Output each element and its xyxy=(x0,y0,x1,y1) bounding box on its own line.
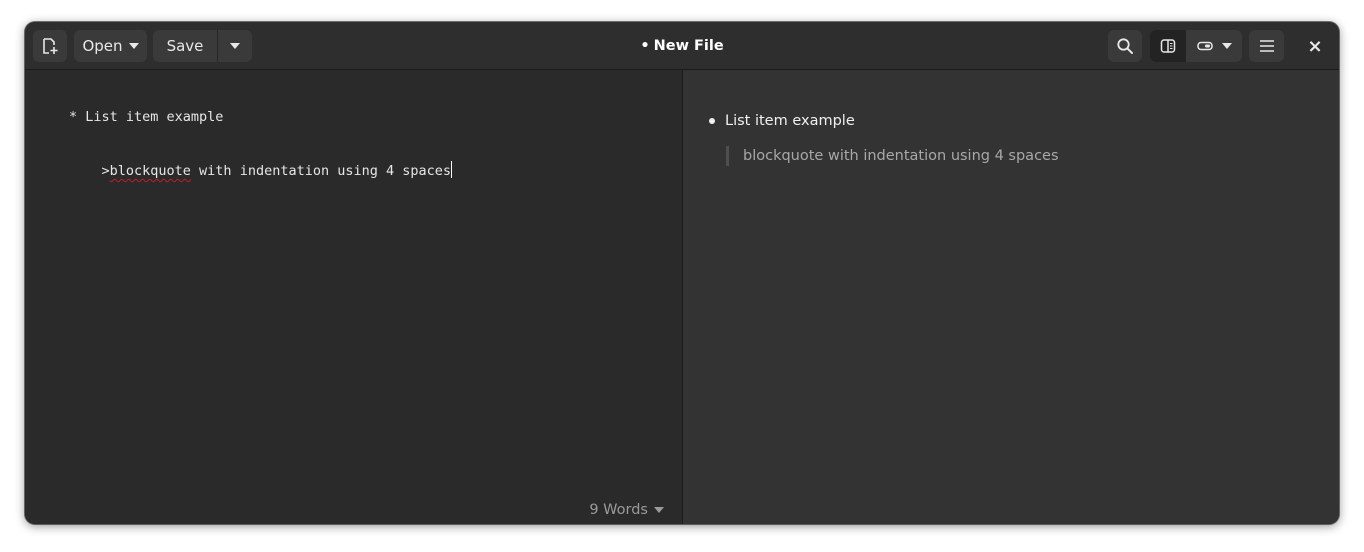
editor-line-2: >blockquote with indentation using 4 spa… xyxy=(69,161,453,179)
editor-line-1: * List item example xyxy=(69,109,224,125)
close-icon: × xyxy=(1307,35,1323,57)
preview-blockquote: blockquote with indentation using 4 spac… xyxy=(726,146,1059,166)
preview-pane: List item example blockquote with indent… xyxy=(683,70,1339,524)
app-window: Open Save • New File × * List item examp… xyxy=(25,22,1339,524)
preview-list-text: List item example xyxy=(725,113,855,129)
chevron-down-icon xyxy=(230,43,240,49)
text-cursor xyxy=(451,161,453,178)
chevron-down-icon xyxy=(1221,43,1232,49)
save-button[interactable]: Save xyxy=(153,30,217,62)
view-mode-button[interactable] xyxy=(1186,30,1242,62)
chevron-down-icon xyxy=(128,43,139,49)
preview-toggle-icon xyxy=(1196,41,1213,51)
close-button[interactable]: × xyxy=(1300,30,1330,62)
split-view-icon xyxy=(1160,39,1176,53)
editor-pane[interactable]: * List item example >blockquote with ind… xyxy=(25,70,683,524)
search-icon xyxy=(1117,38,1133,54)
preview-list-item: List item example xyxy=(709,113,855,129)
word-count-label: 9 Words xyxy=(589,502,648,518)
modified-indicator: • xyxy=(640,37,650,54)
editor-line-text: with indentation using 4 spaces xyxy=(190,163,452,179)
split-view-button[interactable] xyxy=(1150,30,1186,62)
search-button[interactable] xyxy=(1108,30,1142,62)
chevron-down-icon xyxy=(654,507,664,513)
open-label: Open xyxy=(82,37,123,55)
main-menu-button[interactable] xyxy=(1249,30,1284,62)
page-title: New File xyxy=(653,37,724,54)
word-count-button[interactable]: 9 Words xyxy=(589,502,664,518)
save-label: Save xyxy=(166,37,204,55)
blockquote-marker: > xyxy=(69,163,110,179)
misspelled-word: blockquote xyxy=(109,163,191,179)
new-file-button[interactable] xyxy=(33,30,67,62)
bullet-icon xyxy=(709,118,715,124)
open-button[interactable]: Open xyxy=(74,30,147,62)
new-document-icon xyxy=(43,38,58,54)
hamburger-menu-icon xyxy=(1259,40,1274,52)
save-options-button[interactable] xyxy=(218,30,252,62)
headerbar: Open Save • New File × xyxy=(25,22,1339,70)
